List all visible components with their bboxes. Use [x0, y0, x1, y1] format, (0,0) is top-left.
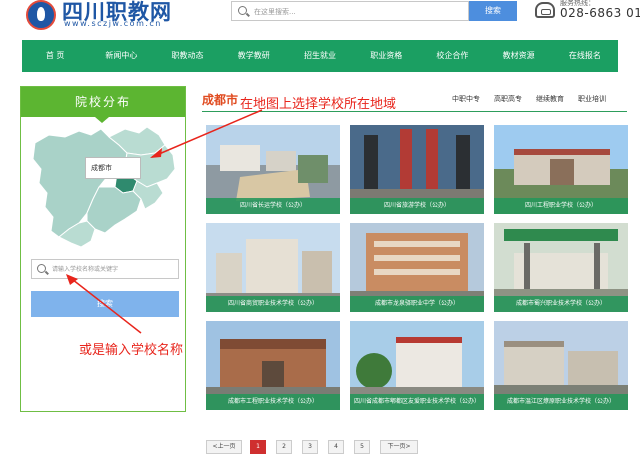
- school-name: 成都市工程职业技术学校（公办）: [206, 394, 340, 410]
- site-search-box: [231, 1, 469, 21]
- nav-item-home[interactable]: 首 页: [22, 40, 88, 72]
- school-card[interactable]: 成都市工程职业技术学校（公办）: [206, 321, 340, 410]
- school-card[interactable]: 四川省成都市郫都区友爱职业技术学校（公办）: [350, 321, 484, 410]
- school-card[interactable]: 四川省长运学校（公办）: [206, 125, 340, 214]
- logo-url: www.sczjw.com.cn: [64, 19, 162, 28]
- tab-continuing-education[interactable]: 继续教育: [536, 94, 564, 104]
- school-name: 四川省商贸职业技术学校（公办）: [206, 296, 340, 312]
- nav-item-vocational-news[interactable]: 职教动态: [154, 40, 220, 72]
- school-card[interactable]: 四川省商贸职业技术学校（公办）: [206, 223, 340, 312]
- school-card[interactable]: 成都市温江区燎原职业技术学校（公办）: [494, 321, 628, 410]
- main-nav: 首 页 新闻中心 职教动态 教学教研 招生就业 职业资格 校企合作 教材资源 在…: [22, 40, 618, 72]
- nav-item-cooperation[interactable]: 校企合作: [419, 40, 485, 72]
- city-title: 成都市: [202, 93, 239, 107]
- annotation-input-hint: 或是输入学校名称: [79, 343, 184, 358]
- category-tabs: 中职中专 高职高专 继续教育 职业培训: [452, 94, 606, 104]
- school-name: 成都市蜀兴职业技术学校（公办）: [494, 296, 628, 312]
- page-button-4[interactable]: 4: [328, 440, 344, 454]
- page-button-5[interactable]: 5: [354, 440, 370, 454]
- annotation-map-hint: 在地图上选择学校所在地域: [240, 97, 397, 112]
- nav-item-online-signup[interactable]: 在线报名: [552, 40, 618, 72]
- page-button-3[interactable]: 3: [302, 440, 318, 454]
- nav-item-admissions[interactable]: 招生就业: [287, 40, 353, 72]
- school-card[interactable]: 成都市龙泉驿职业中学（公办）: [350, 223, 484, 312]
- school-card[interactable]: 成都市蜀兴职业技术学校（公办）: [494, 223, 628, 312]
- service-phone: 028-6863 0107: [560, 6, 640, 20]
- map-tooltip: 成都市: [85, 157, 141, 179]
- tab-secondary-vocational[interactable]: 中职中专: [452, 94, 480, 104]
- nav-item-news[interactable]: 新闻中心: [88, 40, 154, 72]
- school-card[interactable]: 四川工程职业学校（公办）: [494, 125, 628, 214]
- school-search-input[interactable]: [52, 263, 172, 276]
- school-search-box: [31, 259, 179, 279]
- search-icon: [37, 264, 46, 273]
- school-distribution-panel: 院校分布 成都市 搜索: [20, 86, 186, 412]
- school-name: 成都市温江区燎原职业技术学校（公办）: [494, 394, 628, 410]
- map-region-south: [86, 186, 142, 234]
- nav-item-teaching[interactable]: 教学教研: [221, 40, 287, 72]
- school-name: 四川省旅游学校（公办）: [350, 198, 484, 214]
- page: 四川职教网 www.sczjw.com.cn 搜索 服务热线： 028-6863…: [0, 0, 640, 456]
- school-grid: 四川省长运学校（公办） 四川省旅游学校（公办） 四川工程职业学校（公办） 四川省…: [206, 125, 628, 413]
- sichuan-map[interactable]: [29, 125, 179, 250]
- school-name: 四川省成都市郫都区友爱职业技术学校（公办）: [350, 394, 484, 410]
- site-search-input[interactable]: [254, 5, 454, 18]
- next-page-button[interactable]: 下一页>: [380, 440, 418, 454]
- nav-item-resources[interactable]: 教材资源: [486, 40, 552, 72]
- site-header: 四川职教网 www.sczjw.com.cn 搜索 服务热线： 028-6863…: [0, 0, 640, 38]
- school-search-button[interactable]: 搜索: [31, 291, 179, 317]
- logo-emblem-icon: [26, 0, 56, 30]
- tab-vocational-training[interactable]: 职业培训: [578, 94, 606, 104]
- school-card[interactable]: 四川省旅游学校（公办）: [350, 125, 484, 214]
- phone-icon: [535, 2, 555, 18]
- search-icon: [238, 6, 247, 15]
- school-name: 成都市龙泉驿职业中学（公办）: [350, 296, 484, 312]
- page-button-2[interactable]: 2: [276, 440, 292, 454]
- prev-page-button[interactable]: <上一页: [206, 440, 242, 454]
- panel-notch: [95, 117, 109, 123]
- page-button-1[interactable]: 1: [250, 440, 266, 454]
- school-name: 四川工程职业学校（公办）: [494, 198, 628, 214]
- nav-item-qualification[interactable]: 职业资格: [353, 40, 419, 72]
- tab-higher-vocational[interactable]: 高职高专: [494, 94, 522, 104]
- site-logo[interactable]: 四川职教网 www.sczjw.com.cn: [22, 0, 171, 34]
- school-name: 四川省长运学校（公办）: [206, 198, 340, 214]
- panel-title: 院校分布: [21, 87, 185, 117]
- site-search-button[interactable]: 搜索: [469, 1, 517, 21]
